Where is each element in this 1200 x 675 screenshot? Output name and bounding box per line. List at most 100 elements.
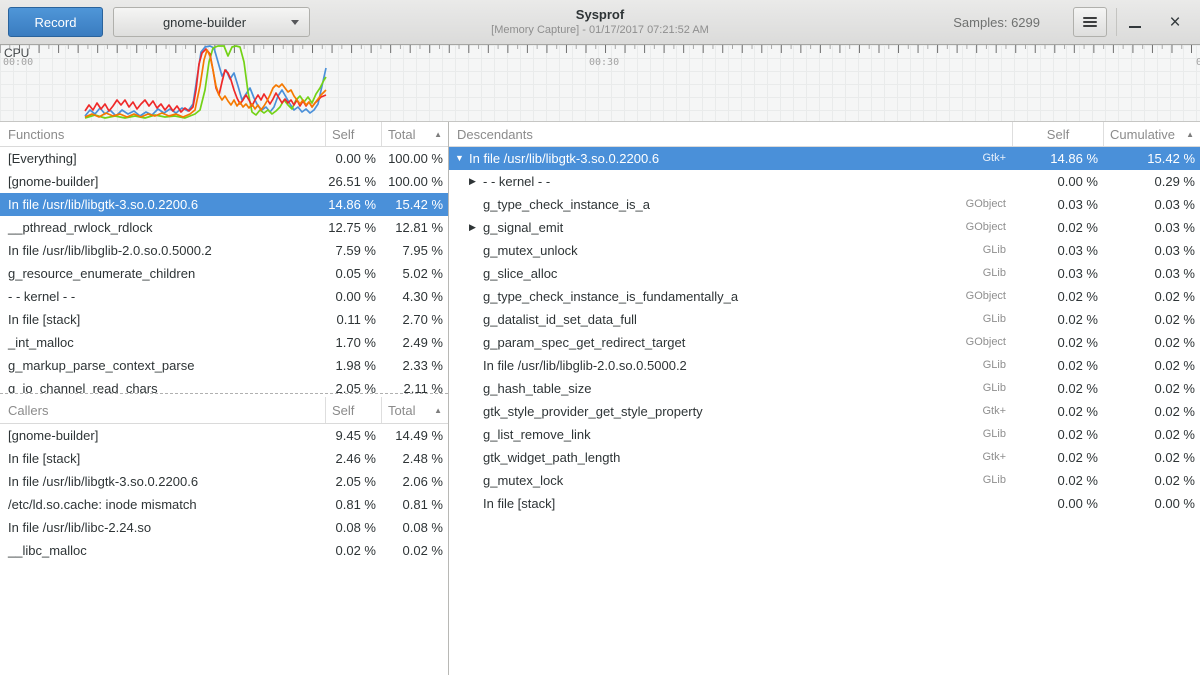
caller-row[interactable]: __libc_malloc0.02 %0.02 % — [0, 539, 448, 562]
library-badge — [942, 170, 1012, 193]
library-badge: GLib — [942, 469, 1012, 492]
descendant-row[interactable]: ▼In file /usr/lib/libgtk-3.so.0.2200.6Gt… — [449, 147, 1200, 170]
descendant-name-cell: g_hash_table_size — [449, 377, 942, 400]
total-percent: 2.70 % — [381, 308, 448, 331]
descendant-row[interactable]: g_slice_allocGLib0.03 %0.03 % — [449, 262, 1200, 285]
cumulative-percent: 0.02 % — [1103, 469, 1200, 492]
function-row[interactable]: In file /usr/lib/libgtk-3.so.0.2200.614.… — [0, 193, 448, 216]
expander-closed-icon[interactable]: ▶ — [469, 170, 483, 193]
cumulative-percent: 0.03 % — [1103, 239, 1200, 262]
function-row[interactable]: In file /usr/lib/libglib-2.0.so.0.5000.2… — [0, 239, 448, 262]
time-tick-label: 00:00 — [3, 57, 33, 68]
function-name: g_datalist_id_set_data_full — [483, 308, 637, 331]
descendant-row[interactable]: g_list_remove_linkGLib0.02 %0.02 % — [449, 423, 1200, 446]
time-tick-label: 01:00 — [1196, 57, 1200, 68]
minimize-button[interactable] — [1120, 7, 1150, 37]
descendant-row[interactable]: g_datalist_id_set_data_fullGLib0.02 %0.0… — [449, 308, 1200, 331]
function-name: In file /usr/lib/libc-2.24.so — [0, 516, 325, 539]
descendant-name-cell: In file [stack] — [449, 492, 942, 515]
self-column-header[interactable]: Self — [325, 122, 381, 146]
total-percent: 2.33 % — [381, 354, 448, 377]
self-percent: 14.86 % — [325, 193, 381, 216]
self-percent: 0.02 % — [1012, 423, 1103, 446]
function-row[interactable]: _int_malloc1.70 %2.49 % — [0, 331, 448, 354]
caller-row[interactable]: /etc/ld.so.cache: inode mismatch0.81 %0.… — [0, 493, 448, 516]
total-percent: 0.81 % — [381, 493, 448, 516]
function-name: [gnome-builder] — [0, 170, 325, 193]
callers-total-column-header[interactable]: Total ▲ — [381, 397, 448, 423]
cumulative-percent: 15.42 % — [1103, 147, 1200, 170]
library-badge: GObject — [942, 216, 1012, 239]
self-percent: 9.45 % — [325, 424, 381, 447]
function-row[interactable]: [gnome-builder]26.51 %100.00 % — [0, 170, 448, 193]
caller-row[interactable]: In file /usr/lib/libc-2.24.so0.08 %0.08 … — [0, 516, 448, 539]
total-column-header[interactable]: Total ▲ — [381, 122, 448, 146]
descendant-row[interactable]: g_param_spec_get_redirect_targetGObject0… — [449, 331, 1200, 354]
total-percent: 0.02 % — [381, 539, 448, 562]
expander-open-icon[interactable]: ▼ — [455, 147, 469, 170]
function-row[interactable]: g_markup_parse_context_parse1.98 %2.33 % — [0, 354, 448, 377]
self-percent: 1.70 % — [325, 331, 381, 354]
descendant-name-cell: g_datalist_id_set_data_full — [449, 308, 942, 331]
process-selector-dropdown[interactable]: gnome-builder — [113, 7, 310, 37]
sort-ascending-icon: ▲ — [428, 122, 442, 147]
cumulative-percent: 0.02 % — [1103, 423, 1200, 446]
descendant-name-cell: g_mutex_unlock — [449, 239, 942, 262]
self-percent: 0.02 % — [1012, 308, 1103, 331]
cumulative-column-header[interactable]: Cumulative ▲ — [1103, 122, 1200, 146]
function-row[interactable]: [Everything]0.00 %100.00 % — [0, 147, 448, 170]
descendant-name-cell: In file /usr/lib/libglib-2.0.so.0.5000.2 — [449, 354, 942, 377]
function-name: In file /usr/lib/libgtk-3.so.0.2200.6 — [469, 147, 659, 170]
function-row[interactable]: g_resource_enumerate_children0.05 %5.02 … — [0, 262, 448, 285]
total-percent: 15.42 % — [381, 193, 448, 216]
function-name: g_type_check_instance_is_fundamentally_a — [483, 285, 738, 308]
record-button[interactable]: Record — [8, 7, 103, 37]
self-percent: 2.05 % — [325, 377, 381, 393]
descendant-row[interactable]: gtk_style_provider_get_style_propertyGtk… — [449, 400, 1200, 423]
self-percent: 26.51 % — [325, 170, 381, 193]
self-percent: 0.03 % — [1012, 193, 1103, 216]
descendant-row[interactable]: ▶- - kernel - -0.00 %0.29 % — [449, 170, 1200, 193]
self-percent: 0.02 % — [325, 539, 381, 562]
library-badge: Gtk+ — [942, 400, 1012, 423]
function-name: /etc/ld.so.cache: inode mismatch — [0, 493, 325, 516]
expander-closed-icon[interactable]: ▶ — [469, 216, 483, 239]
callers-self-column-header[interactable]: Self — [325, 397, 381, 423]
cumulative-percent: 0.02 % — [1103, 285, 1200, 308]
function-row[interactable]: __pthread_rwlock_rdlock12.75 %12.81 % — [0, 216, 448, 239]
function-name: - - kernel - - — [483, 170, 550, 193]
total-percent: 4.30 % — [381, 285, 448, 308]
app-title: Sysprof — [576, 7, 624, 23]
functions-column-header[interactable]: Functions — [0, 122, 325, 146]
function-name: [gnome-builder] — [0, 424, 325, 447]
callers-column-header[interactable]: Callers — [0, 397, 325, 423]
caller-row[interactable]: In file [stack]2.46 %2.48 % — [0, 447, 448, 470]
library-badge: GObject — [942, 285, 1012, 308]
descendant-name-cell: ▼In file /usr/lib/libgtk-3.so.0.2200.6 — [449, 147, 942, 170]
caller-row[interactable]: In file /usr/lib/libgtk-3.so.0.2200.62.0… — [0, 470, 448, 493]
close-button[interactable]: × — [1160, 7, 1190, 37]
descendants-self-column-header[interactable]: Self — [1012, 122, 1103, 146]
capture-subtitle: [Memory Capture] - 01/17/2017 07:21:52 A… — [491, 23, 709, 37]
descendants-column-header[interactable]: Descendants — [449, 122, 1012, 146]
function-row[interactable]: In file [stack]0.11 %2.70 % — [0, 308, 448, 331]
function-row[interactable]: g_io_channel_read_chars2.05 %2.11 % — [0, 377, 448, 393]
cpu-timeline-graph[interactable]: CPU 00:0000:3001:00 — [0, 45, 1200, 122]
function-row[interactable]: - - kernel - -0.00 %4.30 % — [0, 285, 448, 308]
function-name: g_type_check_instance_is_a — [483, 193, 650, 216]
descendant-row[interactable]: g_mutex_unlockGLib0.03 %0.03 % — [449, 239, 1200, 262]
self-percent: 0.02 % — [1012, 216, 1103, 239]
function-name: g_markup_parse_context_parse — [0, 354, 325, 377]
descendant-row[interactable]: g_hash_table_sizeGLib0.02 %0.02 % — [449, 377, 1200, 400]
descendant-row[interactable]: In file /usr/lib/libglib-2.0.so.0.5000.2… — [449, 354, 1200, 377]
sort-ascending-icon: ▲ — [1180, 122, 1194, 147]
descendant-row[interactable]: In file [stack]0.00 %0.00 % — [449, 492, 1200, 515]
total-percent: 100.00 % — [381, 170, 448, 193]
descendant-row[interactable]: ▶g_signal_emitGObject0.02 %0.03 % — [449, 216, 1200, 239]
caller-row[interactable]: [gnome-builder]9.45 %14.49 % — [0, 424, 448, 447]
descendant-row[interactable]: g_type_check_instance_is_aGObject0.03 %0… — [449, 193, 1200, 216]
menu-button[interactable] — [1073, 7, 1107, 37]
descendant-row[interactable]: g_type_check_instance_is_fundamentally_a… — [449, 285, 1200, 308]
descendant-row[interactable]: g_mutex_lockGLib0.02 %0.02 % — [449, 469, 1200, 492]
descendant-row[interactable]: gtk_widget_path_lengthGtk+0.02 %0.02 % — [449, 446, 1200, 469]
